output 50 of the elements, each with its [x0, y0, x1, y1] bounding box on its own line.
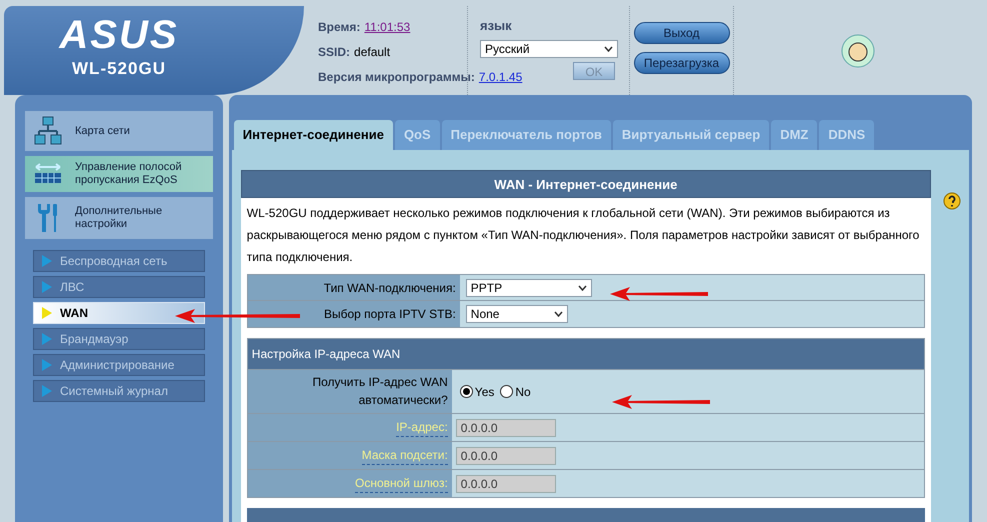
field-label: Тип WAN-подключения: [248, 275, 460, 300]
submenu-item[interactable]: WAN [33, 302, 205, 324]
network-diagram-icon [34, 116, 62, 146]
section-header: Настройка IP-адреса WAN [248, 339, 924, 369]
chevron-down-icon [604, 46, 613, 52]
time-label: Время: [318, 19, 360, 36]
field-label: Получить IP-адрес WAN автоматически? [248, 370, 452, 413]
triangle-icon [42, 333, 52, 345]
triangle-icon [42, 281, 52, 293]
chevron-down-icon [578, 284, 587, 290]
submenu-item[interactable]: Администрирование [33, 354, 205, 376]
time-link[interactable]: 11:01:53 [364, 18, 410, 36]
language-label: язык [480, 17, 513, 35]
sidebar-item[interactable]: Дополнительные настройки [25, 197, 213, 239]
sidebar-item[interactable]: Управление полосой пропускания EzQoS [25, 156, 213, 192]
bandwidth-icon [34, 163, 62, 185]
help-icon[interactable] [942, 192, 961, 210]
brand-logo: ASUS [59, 14, 179, 56]
chevron-down-icon [554, 311, 563, 317]
radio-button[interactable] [460, 385, 473, 398]
sidebar-item[interactable]: Карта сети [25, 111, 213, 151]
header-button[interactable]: Выход [634, 22, 730, 44]
triangle-icon [42, 385, 52, 397]
submenu-item[interactable]: Беспроводная сеть [33, 250, 205, 272]
ssid-value: default [354, 44, 390, 61]
radio-button[interactable] [500, 385, 514, 398]
tab[interactable]: Интернет-соединение [234, 120, 393, 150]
field-label: IP-адрес: [396, 418, 448, 437]
firmware-link[interactable]: 7.0.1.45 [478, 68, 522, 86]
avatar-icon [840, 34, 874, 68]
model-name: WL-520GU [72, 58, 166, 80]
dropdown-field[interactable]: Русский [480, 40, 618, 58]
radio-option[interactable]: Yes [460, 382, 494, 400]
dropdown-field[interactable]: None [466, 305, 568, 323]
firmware-label: Версия микропрограммы: [318, 69, 475, 86]
triangle-icon [42, 255, 52, 267]
radio-option[interactable]: No [500, 382, 531, 400]
dropdown-field[interactable]: PPTP [466, 278, 592, 296]
submenu-item[interactable]: ЛВС [33, 276, 205, 298]
field-label: Основной шлюз: [354, 474, 448, 493]
field-label: Выбор порта IPTV STB: [248, 301, 460, 327]
ssid-label: SSID: [318, 44, 350, 61]
header-button[interactable]: Перезагрузка [634, 52, 730, 74]
panel-title: WAN - Интернет-соединение [240, 170, 931, 198]
description-text: WL-520GU поддерживает несколько режимов подключения к глобальной сети (WAN). Эти режимов выбираются из раскрывающегося меню рядом с пунктом «Тип WAN-подключения». Поля параметров настройки зависят от выбранного типа подключения. [246, 205, 920, 266]
submenu-item[interactable]: Системный журнал [33, 380, 205, 402]
submenu-item[interactable]: Брандмауэр [33, 328, 205, 350]
triangle-icon [42, 359, 52, 371]
triangle-icon [42, 307, 52, 319]
field-label: Маска подсети: [362, 446, 448, 465]
